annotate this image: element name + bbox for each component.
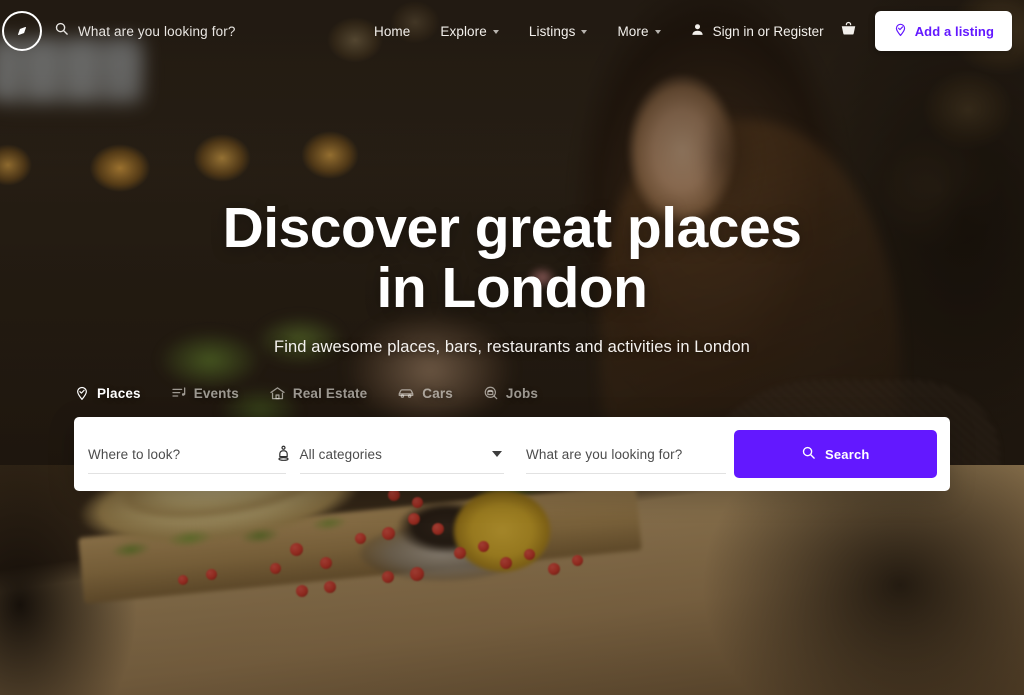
cart-button[interactable] bbox=[834, 20, 863, 42]
map-pin-check-icon bbox=[74, 385, 90, 401]
house-icon bbox=[269, 385, 286, 402]
nav-item-home[interactable]: Home bbox=[359, 24, 425, 39]
tab-cars[interactable]: Cars bbox=[397, 384, 467, 402]
top-navigation-bar: What are you looking for? Home Explore L… bbox=[0, 0, 1024, 62]
tab-cars-label: Cars bbox=[422, 385, 453, 401]
add-listing-button[interactable]: Add a listing bbox=[874, 11, 1012, 51]
add-listing-label: Add a listing bbox=[914, 23, 994, 39]
location-field[interactable]: Where to look? bbox=[74, 417, 289, 491]
sign-in-register-label: Sign in or Register bbox=[712, 23, 824, 39]
nav-item-explore-label: Explore bbox=[440, 23, 487, 39]
hero-title-line-1: Discover great places bbox=[222, 196, 802, 260]
location-input-placeholder: Where to look? bbox=[88, 446, 181, 462]
nav-item-home-label: Home bbox=[373, 23, 411, 39]
chevron-down-icon bbox=[492, 451, 502, 457]
hero-content: Discover great places in London Find awe… bbox=[0, 198, 1024, 357]
user-icon bbox=[690, 22, 705, 40]
search-button-label: Search bbox=[824, 446, 870, 462]
sign-in-register-button[interactable]: Sign in or Register bbox=[676, 22, 834, 40]
tab-real-estate-label: Real Estate bbox=[292, 385, 368, 401]
category-select-value: All categories bbox=[299, 446, 382, 462]
category-field-underline bbox=[299, 473, 504, 474]
nav-item-listings-label: Listings bbox=[528, 23, 576, 39]
search-icon bbox=[801, 445, 816, 463]
tab-events-label: Events bbox=[193, 385, 239, 401]
nav-search[interactable]: What are you looking for? bbox=[54, 21, 236, 41]
car-icon bbox=[397, 384, 415, 402]
briefcase-search-icon bbox=[483, 385, 499, 401]
nav-item-listings[interactable]: Listings bbox=[514, 24, 603, 39]
chevron-down-icon bbox=[654, 30, 661, 34]
nav-item-more[interactable]: More bbox=[602, 24, 675, 39]
nav-item-explore[interactable]: Explore bbox=[425, 24, 513, 39]
nav-links: Home Explore Listings More Sign in or Re… bbox=[359, 11, 1024, 51]
search-bar: Where to look? All categories What are y… bbox=[74, 417, 950, 491]
hero-section: What are you looking for? Home Explore L… bbox=[0, 0, 1024, 695]
keyword-field-underline bbox=[526, 473, 726, 474]
tab-real-estate[interactable]: Real Estate bbox=[269, 385, 381, 402]
hero-title-line-2: in London bbox=[376, 256, 648, 320]
map-pin-check-icon bbox=[893, 22, 908, 40]
site-logo[interactable] bbox=[2, 11, 42, 51]
search-button[interactable]: Search bbox=[733, 430, 937, 478]
tab-places-label: Places bbox=[97, 385, 141, 401]
chevron-down-icon bbox=[581, 30, 588, 34]
search-icon bbox=[54, 21, 69, 41]
nav-item-more-label: More bbox=[617, 23, 649, 39]
basket-icon bbox=[840, 20, 857, 42]
background-cherry-tomatoes bbox=[120, 485, 910, 615]
category-select[interactable]: All categories bbox=[286, 417, 512, 491]
chevron-down-icon bbox=[492, 30, 499, 34]
event-list-icon bbox=[171, 385, 187, 401]
hero-subtitle: Find awesome places, bars, restaurants a… bbox=[274, 338, 750, 356]
category-tabs: Places Events Real Estate Cars Jobs bbox=[74, 384, 568, 402]
tab-jobs[interactable]: Jobs bbox=[483, 385, 552, 401]
keyword-field[interactable]: What are you looking for? bbox=[512, 417, 734, 491]
tab-places[interactable]: Places bbox=[74, 385, 155, 401]
tab-jobs-label: Jobs bbox=[505, 385, 539, 401]
location-field-underline bbox=[88, 473, 286, 474]
tab-events[interactable]: Events bbox=[171, 385, 253, 401]
page-title: Discover great places in London bbox=[0, 198, 1024, 318]
keyword-input-placeholder: What are you looking for? bbox=[526, 446, 683, 462]
nav-search-placeholder: What are you looking for? bbox=[78, 23, 236, 39]
background-food-table bbox=[0, 429, 1024, 695]
compass-icon bbox=[12, 21, 32, 41]
